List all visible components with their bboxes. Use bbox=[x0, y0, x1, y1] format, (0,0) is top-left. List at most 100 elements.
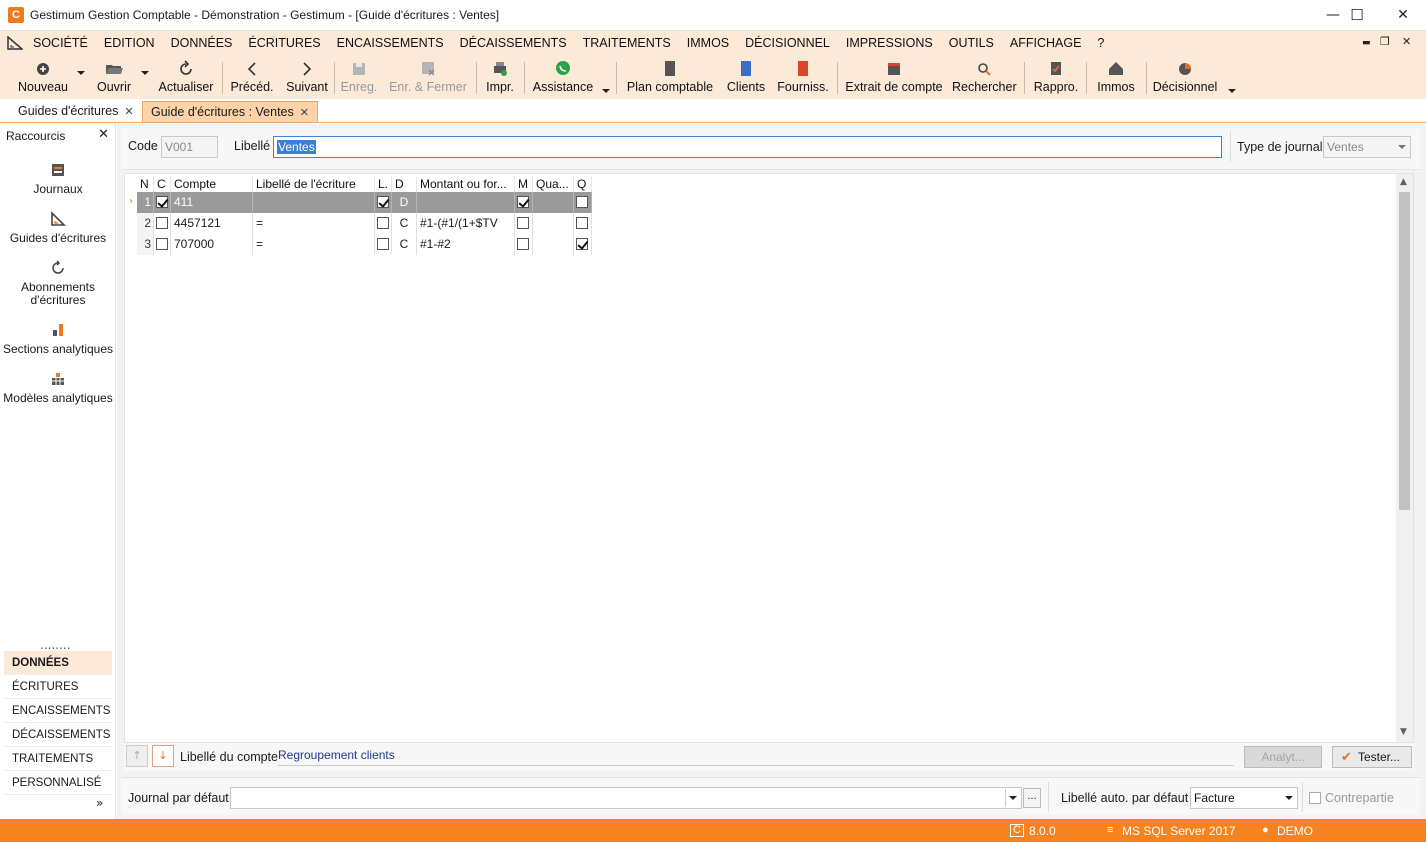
table-row[interactable]: 2 4457121 = C #1-(#1/(1+$TV bbox=[137, 213, 592, 234]
close-tab-icon[interactable]: ✕ bbox=[300, 107, 309, 119]
menu-encaissements[interactable]: ENCAISSEMENTS bbox=[337, 31, 444, 55]
journal-browse-button[interactable]: ... bbox=[1023, 788, 1041, 808]
cell-c[interactable] bbox=[154, 234, 171, 255]
checkbox-q[interactable] bbox=[576, 196, 588, 208]
sidebar-category-encaissements[interactable]: ENCAISSEMENTS bbox=[4, 699, 112, 723]
menu-societe[interactable]: SOCIÉTÉ bbox=[33, 31, 88, 55]
mdi-minimize-button[interactable]: ▬ bbox=[1362, 38, 1371, 48]
cell-m[interactable] bbox=[515, 192, 533, 213]
move-up-button[interactable]: ↑ bbox=[126, 745, 148, 767]
cell-q[interactable] bbox=[574, 192, 592, 213]
column-header-l[interactable]: L. bbox=[375, 176, 392, 192]
menu-immos[interactable]: IMMOS bbox=[687, 31, 729, 55]
suivant-button[interactable]: Suivant bbox=[284, 57, 330, 98]
mdi-close-button[interactable]: ✕ bbox=[1402, 35, 1411, 48]
cell-d[interactable]: D bbox=[392, 192, 417, 213]
table-row[interactable]: 1 411 D bbox=[137, 192, 592, 213]
maximize-button[interactable]: ☐ bbox=[1334, 0, 1380, 31]
checkbox-c[interactable] bbox=[156, 238, 168, 250]
tab-guide-ventes[interactable]: Guide d'écritures : Ventes ✕ bbox=[142, 101, 318, 122]
precedent-button[interactable]: Précéd. bbox=[228, 57, 276, 98]
actualiser-button[interactable]: Actualiser bbox=[156, 57, 216, 98]
sidebar-category-decaissements[interactable]: DÉCAISSEMENTS bbox=[4, 723, 112, 747]
sidebar-item-journaux[interactable]: Journaux bbox=[0, 162, 116, 196]
enregistrer-fermer-button[interactable]: Enr. & Fermer bbox=[388, 57, 468, 98]
column-header-q[interactable]: Q bbox=[574, 176, 592, 192]
cell-quantite[interactable] bbox=[533, 213, 574, 234]
menu-traitements[interactable]: TRAITEMENTS bbox=[583, 31, 671, 55]
toolbar-overflow-icon[interactable] bbox=[1228, 89, 1236, 93]
menu-decaissements[interactable]: DÉCAISSEMENTS bbox=[460, 31, 567, 55]
ruler-triangle-icon[interactable] bbox=[7, 36, 23, 50]
cell-compte[interactable]: 707000 bbox=[171, 234, 253, 255]
cell-m[interactable] bbox=[515, 234, 533, 255]
cell-quantite[interactable] bbox=[533, 234, 574, 255]
journal-defaut-field[interactable] bbox=[230, 787, 1022, 809]
cell-l[interactable] bbox=[375, 234, 392, 255]
menu-donnees[interactable]: DONNÉES bbox=[171, 31, 233, 55]
close-tab-icon[interactable]: ✕ bbox=[124, 106, 133, 118]
decisionnel-button[interactable]: Décisionnel bbox=[1152, 57, 1218, 98]
sidebar-more-icon[interactable]: » bbox=[96, 796, 103, 810]
column-header-d[interactable]: D bbox=[392, 176, 417, 192]
menu-edition[interactable]: EDITION bbox=[104, 31, 155, 55]
sidebar-item-guides[interactable]: Guides d'écritures bbox=[0, 211, 116, 245]
grid-vertical-scrollbar[interactable]: ▲ ▼ bbox=[1396, 174, 1413, 742]
column-header-n[interactable]: N bbox=[137, 176, 154, 192]
column-header-compte[interactable]: Compte bbox=[171, 176, 253, 192]
column-header-montant[interactable]: Montant ou for... bbox=[417, 176, 515, 192]
checkbox-q[interactable] bbox=[576, 238, 588, 250]
cell-quantite[interactable] bbox=[533, 192, 574, 213]
rechercher-button[interactable]: Rechercher bbox=[952, 57, 1017, 98]
libelle-auto-select[interactable]: Facture bbox=[1190, 787, 1298, 809]
imprimer-button[interactable]: Impr. bbox=[482, 57, 518, 98]
immos-button[interactable]: Immos bbox=[1092, 57, 1140, 98]
cell-c[interactable] bbox=[154, 213, 171, 234]
nouveau-button[interactable]: Nouveau bbox=[14, 57, 72, 98]
sidebar-item-sections-analytiques[interactable]: Sections analytiques bbox=[0, 322, 116, 356]
plan-comptable-button[interactable]: Plan comptable bbox=[624, 57, 716, 98]
menu-decisionnel[interactable]: DÉCISIONNEL bbox=[745, 31, 830, 55]
clients-button[interactable]: Clients bbox=[722, 57, 770, 98]
checkbox-m[interactable] bbox=[517, 196, 529, 208]
cell-l[interactable] bbox=[375, 213, 392, 234]
tester-button[interactable]: ✔ Tester... bbox=[1332, 746, 1412, 768]
nouveau-dropdown-icon[interactable] bbox=[77, 71, 85, 75]
column-header-quantite[interactable]: Qua... bbox=[533, 176, 574, 192]
column-header-c[interactable]: C bbox=[154, 176, 171, 192]
cell-c[interactable] bbox=[154, 192, 171, 213]
checkbox-c[interactable] bbox=[156, 217, 168, 229]
contrepartie-checkbox[interactable] bbox=[1309, 792, 1321, 804]
cell-libelle[interactable] bbox=[253, 192, 375, 213]
move-down-button[interactable]: ↓ bbox=[152, 745, 174, 767]
libelle-field[interactable]: Ventes bbox=[273, 136, 1222, 158]
rapprochement-button[interactable]: Rappro. bbox=[1030, 57, 1082, 98]
scroll-up-icon[interactable]: ▲ bbox=[1400, 177, 1407, 187]
cell-compte[interactable]: 411 bbox=[171, 192, 253, 213]
scrollbar-thumb[interactable] bbox=[1399, 192, 1410, 510]
column-header-libelle[interactable]: Libellé de l'écriture bbox=[253, 176, 375, 192]
sidebar-category-personnalise[interactable]: PERSONNALISÉ bbox=[4, 771, 112, 795]
mdi-restore-button[interactable]: ❐ bbox=[1380, 35, 1390, 48]
type-journal-select[interactable]: Ventes bbox=[1323, 136, 1411, 158]
cell-d[interactable]: C bbox=[392, 213, 417, 234]
cell-montant[interactable] bbox=[417, 192, 515, 213]
cell-l[interactable] bbox=[375, 192, 392, 213]
cell-q[interactable] bbox=[574, 234, 592, 255]
analytique-button[interactable]: Analyt... bbox=[1244, 746, 1322, 768]
menu-affichage[interactable]: AFFICHAGE bbox=[1010, 31, 1082, 55]
fournisseurs-button[interactable]: Fourniss. bbox=[776, 57, 830, 98]
cell-q[interactable] bbox=[574, 213, 592, 234]
checkbox-l[interactable] bbox=[377, 217, 389, 229]
cell-compte[interactable]: 4457121 bbox=[171, 213, 253, 234]
ouvrir-button[interactable]: Ouvrir bbox=[92, 57, 136, 98]
sidebar-splitter[interactable]: ........ bbox=[40, 638, 71, 652]
extrait-compte-button[interactable]: Extrait de compte bbox=[844, 57, 944, 98]
assistance-button[interactable]: Assistance bbox=[530, 57, 596, 98]
sidebar-item-modeles-analytiques[interactable]: Modèles analytiques bbox=[0, 371, 116, 405]
cell-libelle[interactable]: = bbox=[253, 234, 375, 255]
journal-dropdown-button[interactable] bbox=[1005, 789, 1021, 807]
cell-libelle[interactable]: = bbox=[253, 213, 375, 234]
sidebar-close-icon[interactable]: ✕ bbox=[98, 127, 109, 142]
checkbox-q[interactable] bbox=[576, 217, 588, 229]
